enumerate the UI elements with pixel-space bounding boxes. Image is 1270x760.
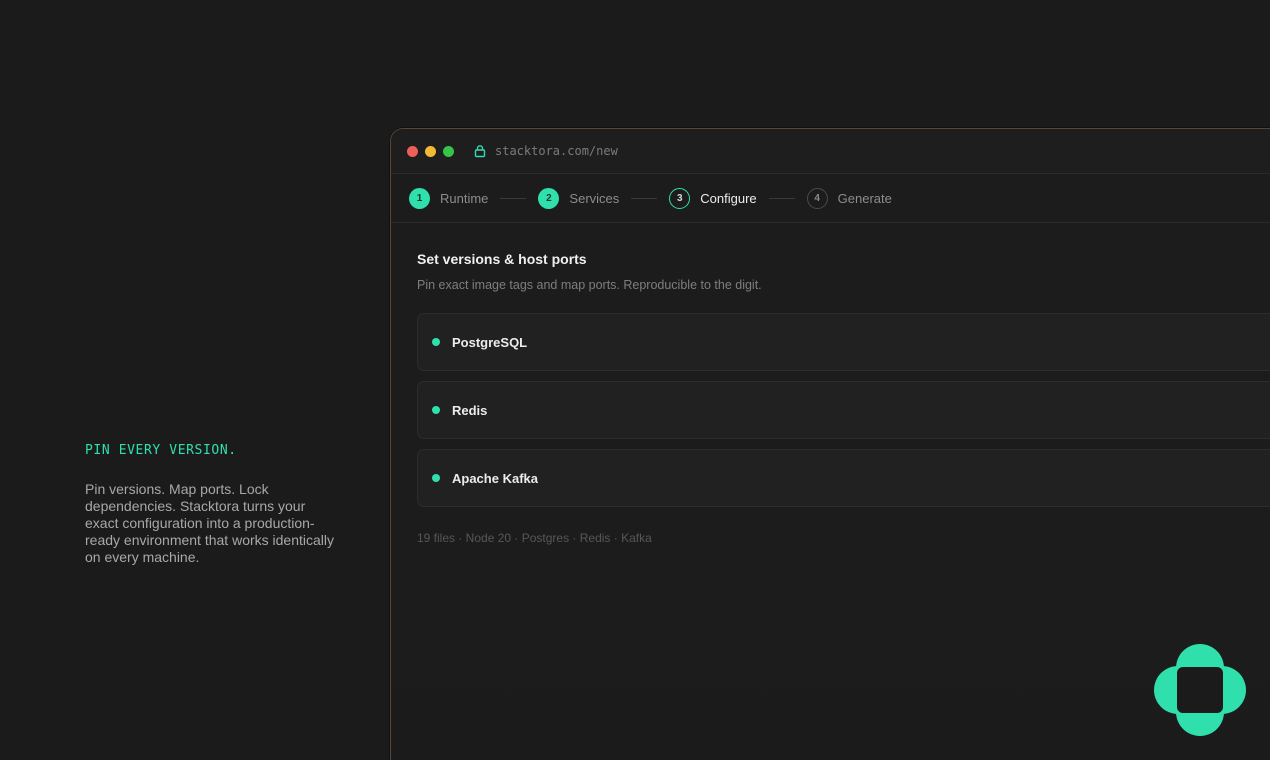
service-card-kafka[interactable]: Apache Kafka [417, 449, 1270, 507]
step-services[interactable]: 2 Services [538, 187, 620, 209]
browser-window: stacktora.com/new 1 Runtime 2 Services 3… [390, 128, 1270, 760]
step-number: 3 [669, 187, 691, 209]
hero-copy: PIN EVERY VERSION. Pin versions. Map por… [85, 443, 335, 566]
configure-panel: Set versions & host ports Pin exact imag… [391, 223, 1270, 545]
step-number: 2 [538, 187, 560, 209]
panel-title: Set versions & host ports [417, 251, 587, 267]
stacktora-logo-icon [1153, 643, 1247, 737]
address-bar[interactable]: stacktora.com/new [473, 144, 618, 158]
page: PIN EVERY VERSION. Pin versions. Map por… [0, 0, 1270, 760]
browser-titlebar: stacktora.com/new [391, 129, 1270, 174]
step-configure[interactable]: 3 Configure [669, 187, 757, 209]
panel-subtitle: Pin exact image tags and map ports. Repr… [417, 278, 762, 292]
hero-body: Pin versions. Map ports. Lock dependenci… [85, 481, 335, 565]
lock-icon [473, 144, 487, 158]
step-label: Configure [700, 190, 757, 206]
service-card-postgresql[interactable]: PostgreSQL [417, 313, 1270, 371]
wizard-stepper: 1 Runtime 2 Services 3 Configure 4 Gener… [391, 174, 1270, 223]
step-number: 1 [409, 187, 430, 209]
step-connector [500, 197, 527, 199]
step-number: 4 [806, 187, 828, 209]
service-name: Apache Kafka [452, 470, 538, 486]
step-label: Services [569, 190, 620, 206]
config-summary: 19 files · Node 20 · Postgres · Redis · … [417, 531, 652, 545]
status-dot [432, 474, 440, 482]
status-dot [432, 406, 440, 414]
step-label: Generate [837, 190, 892, 206]
step-connector [631, 197, 658, 199]
step-label: Runtime [440, 190, 489, 206]
status-dot [432, 338, 440, 346]
step-generate[interactable]: 4 Generate [806, 187, 892, 209]
hero-eyebrow: PIN EVERY VERSION. [85, 443, 237, 458]
service-name: Redis [452, 402, 488, 418]
url-text: stacktora.com/new [495, 144, 618, 158]
close-window-button[interactable] [407, 145, 418, 157]
minimize-window-button[interactable] [425, 145, 436, 157]
maximize-window-button[interactable] [443, 145, 454, 157]
step-connector [768, 197, 795, 199]
service-card-redis[interactable]: Redis [417, 381, 1270, 439]
service-name: PostgreSQL [452, 334, 528, 350]
step-runtime[interactable]: 1 Runtime [409, 187, 489, 209]
